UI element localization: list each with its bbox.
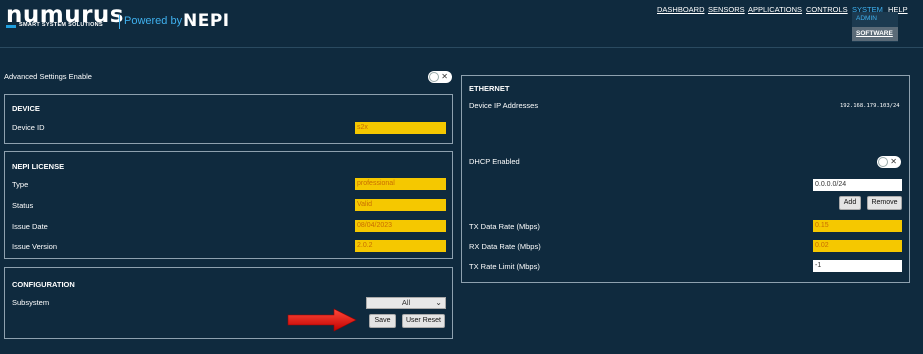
nepi-brand: NEPI: [183, 11, 230, 31]
tx-limit-input[interactable]: -1: [813, 260, 902, 272]
issue-date-label: Issue Date: [12, 222, 48, 231]
license-title: NEPI LICENSE: [12, 162, 65, 171]
rx-rate-field: 0.02: [813, 240, 902, 252]
nav-sensors[interactable]: SENSORS: [708, 5, 745, 14]
issue-version-label: Issue Version: [12, 242, 58, 251]
remove-ip-button[interactable]: Remove: [867, 196, 902, 210]
dhcp-label: DHCP Enabled: [469, 157, 520, 166]
license-type-field: professional: [355, 178, 446, 190]
header-divider: [0, 47, 923, 48]
new-ip-input[interactable]: 0.0.0.0/24: [813, 179, 902, 191]
logo-divider: [119, 15, 120, 29]
toggle-off-icon: ✕: [441, 72, 448, 81]
license-type-label: Type: [12, 180, 29, 189]
license-status-field: Valid: [355, 199, 446, 211]
system-submenu: ADMIN SOFTWARE: [852, 12, 898, 42]
subsystem-select-value: All: [401, 298, 411, 307]
device-panel: DEVICE Device ID s2x: [4, 94, 453, 144]
chevron-down-icon: ⌄: [435, 298, 442, 307]
license-panel: NEPI LICENSE Type professional Status Va…: [4, 151, 453, 259]
configuration-title: CONFIGURATION: [12, 280, 75, 289]
save-button[interactable]: Save: [369, 314, 396, 328]
issue-version-field: 2.0.2: [355, 240, 446, 252]
add-ip-button[interactable]: Add: [839, 196, 861, 210]
submenu-admin[interactable]: ADMIN: [856, 15, 877, 22]
advanced-settings-label: Advanced Settings Enable: [4, 72, 92, 81]
submenu-software[interactable]: SOFTWARE: [852, 27, 898, 41]
device-ip-label: Device IP Addresses: [469, 101, 539, 110]
tx-rate-field: 0.15: [813, 220, 902, 232]
issue-date-field: 08/04/2023: [355, 220, 446, 232]
red-arrow-icon: [287, 308, 357, 332]
device-id-field[interactable]: s2x: [355, 122, 446, 134]
powered-by-label: Powered by: [124, 15, 183, 27]
nav-applications[interactable]: APPLICATIONS: [748, 5, 802, 14]
device-ip-value: 192.168.179.103/24: [840, 103, 900, 109]
configuration-panel: CONFIGURATION Subsystem All ⌄ Save User …: [4, 267, 453, 339]
logo-accent-bar: [6, 25, 16, 28]
rx-rate-label: RX Data Rate (Mbps): [469, 242, 541, 251]
tx-limit-label: TX Rate Limit (Mbps): [469, 262, 540, 271]
dhcp-toggle-knob: [878, 157, 888, 167]
subsystem-label: Subsystem: [12, 298, 50, 307]
ethernet-title: ETHERNET: [469, 84, 510, 93]
tx-rate-label: TX Data Rate (Mbps): [469, 222, 540, 231]
license-status-label: Status: [12, 201, 34, 210]
device-id-label: Device ID: [12, 123, 45, 132]
dhcp-toggle[interactable]: ✕: [877, 156, 901, 168]
subsystem-select[interactable]: All ⌄: [366, 297, 446, 309]
device-title: DEVICE: [12, 104, 40, 113]
nav-dashboard[interactable]: DASHBOARD: [657, 5, 705, 14]
dhcp-toggle-off-icon: ✕: [890, 157, 897, 166]
user-reset-button[interactable]: User Reset: [402, 314, 445, 328]
toggle-knob: [429, 72, 439, 82]
ethernet-panel: ETHERNET Device IP Addresses 192.168.179…: [461, 75, 910, 283]
advanced-settings-toggle[interactable]: ✕: [428, 71, 452, 83]
logo-subtext: SMART SYSTEM SOLUTIONS: [19, 22, 103, 28]
nav-controls[interactable]: CONTROLS: [806, 5, 848, 14]
